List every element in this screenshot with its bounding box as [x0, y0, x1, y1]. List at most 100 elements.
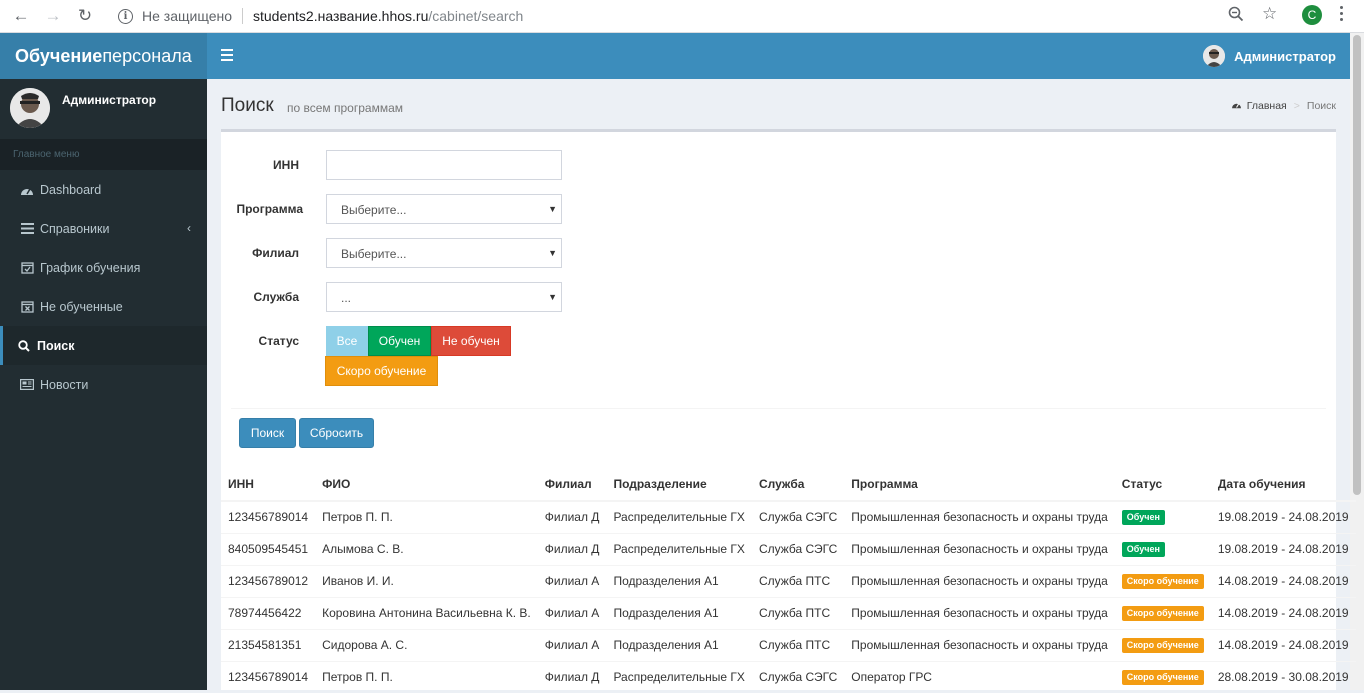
cell-fio: Алымова С. В. — [315, 532, 538, 565]
cell-fio: Иванов И. И. — [315, 564, 538, 597]
cell-fio: Сидорова А. С. — [315, 628, 538, 661]
sidebar-item-news[interactable]: Новости — [0, 365, 207, 404]
calendar-check-icon — [19, 261, 35, 274]
page-title: Поиск — [221, 95, 274, 116]
user-menu[interactable]: Администратор — [1203, 45, 1336, 67]
cell-status: Скоро обучение — [1114, 628, 1211, 661]
browser-toolbar: ← → ↻ i Не защищено students2.название.h… — [0, 0, 1364, 33]
zoom-icon[interactable] — [1228, 6, 1248, 26]
url-text[interactable]: students2.название.hhos.ru/cabinet/searc… — [253, 8, 523, 24]
sidebar-item-directories[interactable]: Справоники ‹ — [0, 209, 207, 248]
form-row-branch: Филиал Выберите... ▼ — [221, 238, 821, 268]
inn-label: ИНН — [273, 158, 299, 172]
service-select[interactable]: ... ▼ — [326, 282, 562, 312]
service-label: Служба — [253, 290, 299, 304]
sidebar-item-label: Поиск — [37, 338, 75, 353]
table-body: 123456789014 Петров П. П. Филиал Д Распреде… — [221, 500, 1356, 693]
cell-inn: 78974456422 — [221, 596, 316, 629]
results-table: ИНН ФИО Филиал Подразделение Служба Прог… — [221, 468, 1356, 693]
bookmark-star-icon[interactable]: ☆ — [1262, 4, 1277, 24]
sidebar-item-label: Справоники — [40, 221, 110, 236]
cell-inn: 840509545451 — [221, 532, 316, 565]
cell-date: 14.08.2019 - 24.08.2019 — [1210, 564, 1356, 597]
back-arrow-icon[interactable]: ← — [10, 5, 32, 27]
column-header-status[interactable]: Статус — [1114, 468, 1211, 502]
cell-fio: Петров П. П. — [315, 660, 538, 693]
column-header-inn[interactable]: ИНН — [221, 468, 316, 502]
logo-text: персонала — [102, 45, 192, 66]
search-button[interactable]: Поиск — [239, 418, 296, 448]
column-header-fio[interactable]: ФИО — [315, 468, 538, 502]
cell-fio: Коровина Антонина Васильевна К. В. — [315, 596, 538, 629]
cell-division: Подразделения А1 — [606, 596, 752, 629]
forward-arrow-icon[interactable]: → — [42, 5, 64, 27]
cell-division: Подразделения А1 — [606, 628, 752, 661]
program-label: Программа — [236, 202, 303, 216]
sidebar-item-schedule[interactable]: График обучения — [0, 248, 207, 287]
column-header-program[interactable]: Программа — [844, 468, 1115, 502]
column-header-date[interactable]: Дата обучения — [1210, 468, 1356, 502]
table-row: 123456789014 Петров П. П. Филиал Д Распреде… — [221, 660, 1356, 693]
info-icon[interactable]: i — [118, 8, 133, 24]
service-select-value: ... — [341, 291, 352, 305]
cell-division: Распределительные ГХ — [606, 532, 752, 565]
cell-service: Служба ПТС — [751, 564, 845, 597]
cell-date: 14.08.2019 - 24.08.2019 — [1210, 628, 1356, 661]
sidebar-item-dashboard[interactable]: Dashboard — [0, 170, 207, 209]
cell-inn: 123456789014 — [221, 500, 316, 533]
column-header-division[interactable]: Подразделение — [606, 468, 752, 502]
table-row: 78974456422 Коровина Антонина Васильевна … — [221, 596, 1356, 629]
cell-inn: 123456789012 — [221, 564, 316, 597]
sidebar-item-search[interactable]: Поиск — [0, 326, 207, 365]
form-row-service: Служба ... ▼ — [221, 282, 821, 312]
reload-icon[interactable]: ↻ — [74, 5, 96, 27]
breadcrumb-home-link[interactable]: Главная — [1247, 100, 1287, 112]
cell-date: 28.08.2019 - 30.08.2019 — [1210, 660, 1356, 693]
column-header-service[interactable]: Служба — [751, 468, 845, 502]
column-header-branch[interactable]: Филиал — [537, 468, 607, 502]
cell-branch: Филиал А — [537, 596, 607, 629]
scrollbar-thumb[interactable] — [1353, 35, 1361, 495]
sidebar-toggle-icon[interactable] — [221, 49, 233, 64]
cell-status: Скоро обучение — [1114, 564, 1211, 597]
menu-header: Главное меню — [0, 139, 207, 170]
reset-button[interactable]: Сбросить — [299, 418, 374, 448]
app-logo[interactable]: Обучение персонала — [0, 33, 207, 79]
cell-date: 14.08.2019 - 24.08.2019 — [1210, 596, 1356, 629]
program-select[interactable]: Выберите... ▼ — [326, 194, 562, 224]
chevron-left-icon: ‹ — [187, 221, 191, 235]
cell-status: Скоро обучение — [1114, 660, 1211, 693]
not-secure-label: Не защищено — [142, 8, 232, 24]
status-trained-button[interactable]: Обучен — [368, 326, 431, 356]
branch-select[interactable]: Выберите... ▼ — [326, 238, 562, 268]
sidebar-user-name: Администратор — [62, 93, 157, 107]
status-badge: Скоро обучение — [1121, 670, 1204, 686]
breadcrumb: Главная > Поиск — [1231, 100, 1336, 112]
cell-service: Служба ПТС — [751, 628, 845, 661]
status-soon-button[interactable]: Скоро обучение — [325, 356, 438, 386]
form-row-status: Статус Все Обучен Не обучен Скоро обучен… — [221, 326, 821, 386]
url-path: /cabinet/search — [428, 8, 524, 24]
status-badge: Обучен — [1121, 510, 1165, 526]
cell-division: Распределительные ГХ — [606, 500, 752, 533]
browser-menu-icon[interactable] — [1340, 6, 1344, 24]
profile-avatar[interactable]: С — [1302, 5, 1322, 25]
form-row-program: Программа Выберите... ▼ — [221, 194, 821, 224]
cell-status: Скоро обучение — [1114, 596, 1211, 629]
sidebar-item-untrained[interactable]: Не обученные — [0, 287, 207, 326]
address-separator — [242, 8, 243, 24]
cell-program: Оператор ГРС — [844, 660, 1115, 693]
avatar — [1203, 45, 1226, 67]
inn-input[interactable] — [326, 150, 562, 180]
form-row-inn: ИНН — [221, 150, 821, 180]
address-bar[interactable]: i Не защищено students2.название.hhos.ru… — [110, 4, 1290, 28]
cell-inn: 21354581351 — [221, 628, 316, 661]
avatar — [10, 88, 50, 128]
url-host: students2.название.hhos.ru — [253, 8, 429, 24]
status-all-button[interactable]: Все — [326, 326, 368, 356]
cell-service: Служба СЭГС — [751, 500, 845, 533]
status-untrained-button[interactable]: Не обучен — [431, 326, 511, 356]
table-row: 123456789012 Иванов И. И. Филиал А Подразде… — [221, 564, 1356, 597]
caret-down-icon: ▼ — [548, 248, 557, 258]
cell-inn: 123456789014 — [221, 660, 316, 693]
